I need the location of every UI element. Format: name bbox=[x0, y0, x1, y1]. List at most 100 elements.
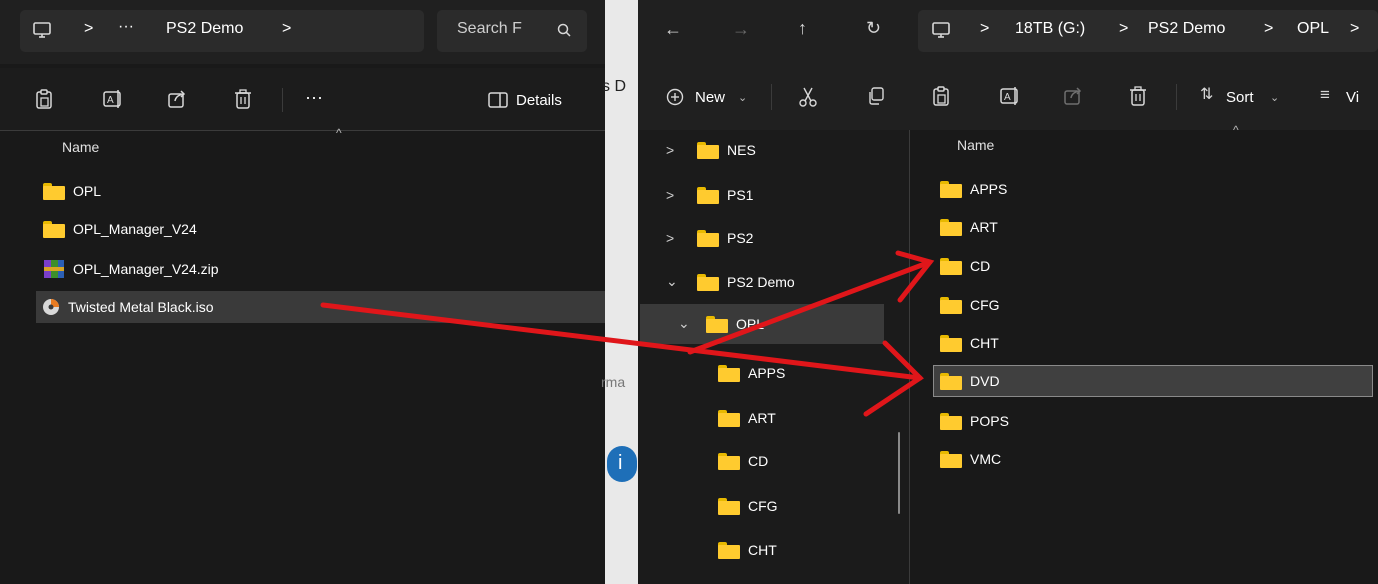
delete-icon[interactable] bbox=[233, 88, 253, 110]
sidebar-item-ps2-demo[interactable]: ⌄ PS2 Demo bbox=[666, 265, 906, 299]
details-pane-icon[interactable] bbox=[488, 92, 508, 108]
sidebar-item-nes[interactable]: > NES bbox=[666, 133, 906, 167]
folder-name: CD bbox=[970, 258, 991, 274]
file-name: OPL_Manager_V24 bbox=[73, 221, 197, 237]
folder-icon bbox=[718, 409, 740, 427]
delete-icon[interactable] bbox=[1128, 85, 1148, 107]
toolbar-divider bbox=[282, 88, 283, 112]
rename-icon[interactable]: A bbox=[999, 85, 1021, 107]
folder-name: CFG bbox=[970, 297, 1000, 313]
chevron-down-icon: ⌄ bbox=[1270, 92, 1280, 104]
chevron-right-icon[interactable]: > bbox=[666, 230, 674, 246]
header-divider bbox=[0, 130, 605, 131]
paste-icon[interactable] bbox=[34, 88, 54, 110]
name-column-header[interactable]: Name bbox=[957, 137, 994, 153]
name-column-header[interactable]: Name bbox=[62, 139, 99, 155]
folder-icon bbox=[43, 220, 65, 238]
new-plus-icon[interactable] bbox=[666, 88, 684, 106]
this-pc-icon[interactable] bbox=[32, 20, 52, 40]
sidebar-item-cfg[interactable]: CFG bbox=[718, 489, 888, 523]
refresh-icon[interactable]: ↻ bbox=[866, 19, 881, 37]
sidebar-item-label: NES bbox=[727, 142, 756, 158]
this-pc-icon[interactable] bbox=[931, 20, 951, 40]
chevron-down-icon[interactable]: ⌄ bbox=[666, 273, 678, 290]
list-item[interactable]: CD bbox=[940, 251, 1370, 281]
sidebar-item-ps1[interactable]: > PS1 bbox=[666, 178, 906, 212]
list-item[interactable]: ART bbox=[940, 212, 1370, 242]
sidebar-item-art[interactable]: ART bbox=[718, 401, 888, 435]
share-icon[interactable] bbox=[1062, 85, 1084, 107]
copy-icon[interactable] bbox=[866, 86, 886, 106]
chevron-down-icon: ⌄ bbox=[738, 92, 748, 104]
chevron-down-icon[interactable]: ⌄ bbox=[678, 315, 690, 332]
right-command-bar: New ⌄ A ⇅ Sort ⌄ ≡ Vi bbox=[638, 64, 1378, 130]
toolbar-divider bbox=[771, 84, 772, 110]
folder-icon bbox=[940, 372, 962, 390]
right-address-bar: ← → ↑ ↻ > 18TB (G:) > PS2 Demo > OPL > bbox=[638, 0, 1378, 64]
sidebar-item-label: PS1 bbox=[727, 187, 754, 203]
breadcrumb-separator: > bbox=[1350, 20, 1360, 37]
sidebar-item-cd[interactable]: CD bbox=[718, 444, 888, 478]
sort-icon[interactable]: ⇅ bbox=[1200, 87, 1213, 103]
left-command-bar: A ··· Details bbox=[0, 68, 605, 130]
chevron-right-icon[interactable]: > bbox=[666, 142, 674, 158]
folder-icon bbox=[718, 497, 740, 515]
cut-icon[interactable] bbox=[798, 86, 818, 108]
sidebar-item-cht[interactable]: CHT bbox=[718, 533, 888, 567]
folder-name: CHT bbox=[970, 335, 999, 351]
breadcrumb-more-button[interactable]: ··· bbox=[118, 18, 134, 36]
sidebar-item-label: ART bbox=[748, 410, 776, 426]
search-icon[interactable] bbox=[556, 22, 572, 38]
svg-text:A: A bbox=[1004, 92, 1011, 103]
new-button[interactable]: New bbox=[695, 89, 725, 106]
back-arrow-icon[interactable]: ← bbox=[664, 20, 682, 38]
breadcrumb-opl[interactable]: OPL bbox=[1297, 20, 1329, 38]
list-item[interactable]: OPL_Manager_V24 bbox=[43, 214, 603, 244]
sort-button[interactable]: Sort bbox=[1226, 89, 1254, 106]
rename-icon[interactable]: A bbox=[102, 88, 124, 110]
breadcrumb-ps2-demo[interactable]: PS2 Demo bbox=[166, 20, 243, 38]
folder-icon bbox=[718, 452, 740, 470]
sidebar-item-label: CFG bbox=[748, 498, 778, 514]
sidebar-item-apps[interactable]: APPS bbox=[718, 356, 888, 390]
disc-image-icon bbox=[42, 298, 60, 316]
paste-icon[interactable] bbox=[931, 85, 951, 107]
view-icon[interactable]: ≡ bbox=[1320, 86, 1330, 103]
search-input[interactable]: Search F bbox=[457, 20, 522, 38]
background-window-strip: s D rma i bbox=[601, 0, 638, 584]
list-item[interactable]: POPS bbox=[940, 406, 1370, 436]
list-item[interactable]: OPL_Manager_V24.zip bbox=[43, 254, 603, 284]
folder-icon bbox=[940, 334, 962, 352]
list-item[interactable]: VMC bbox=[940, 444, 1370, 474]
details-button[interactable]: Details bbox=[516, 92, 562, 109]
background-text-fragment: s D bbox=[602, 78, 626, 95]
breadcrumb-separator: > bbox=[1264, 20, 1274, 37]
sidebar-item-ps2[interactable]: > PS2 bbox=[666, 221, 906, 255]
list-item[interactable]: APPS bbox=[940, 174, 1370, 204]
breadcrumb-separator: > bbox=[282, 20, 292, 37]
sidebar-item-label: OPL bbox=[736, 316, 765, 332]
sidebar-item-label: PS2 bbox=[727, 230, 754, 246]
list-item-selected[interactable]: DVD bbox=[933, 365, 1373, 397]
list-item[interactable]: CFG bbox=[940, 290, 1370, 320]
breadcrumb-drive[interactable]: 18TB (G:) bbox=[1015, 20, 1085, 38]
view-button[interactable]: Vi bbox=[1346, 89, 1359, 106]
list-item[interactable]: CHT bbox=[940, 328, 1370, 358]
sidebar-item-label: CHT bbox=[748, 542, 777, 558]
nav-scrollbar[interactable] bbox=[898, 432, 900, 514]
more-options-button[interactable]: ··· bbox=[305, 87, 323, 108]
breadcrumb-separator: > bbox=[1119, 20, 1129, 37]
chevron-right-icon[interactable]: > bbox=[666, 187, 674, 203]
list-item-selected[interactable]: Twisted Metal Black.iso bbox=[36, 291, 605, 323]
folder-icon bbox=[697, 229, 719, 247]
up-arrow-icon[interactable]: ↑ bbox=[798, 19, 807, 37]
folder-icon bbox=[718, 541, 740, 559]
sidebar-item-opl[interactable]: ⌄ OPL bbox=[640, 304, 884, 344]
list-item[interactable]: OPL bbox=[43, 176, 603, 206]
sidebar-item-label: APPS bbox=[748, 365, 786, 381]
sidebar-item-label: PS2 Demo bbox=[727, 274, 795, 290]
share-icon[interactable] bbox=[166, 88, 188, 110]
forward-arrow-icon[interactable]: → bbox=[732, 20, 750, 38]
sort-ascending-icon: ^ bbox=[1233, 123, 1239, 137]
breadcrumb-ps2-demo[interactable]: PS2 Demo bbox=[1148, 20, 1225, 38]
